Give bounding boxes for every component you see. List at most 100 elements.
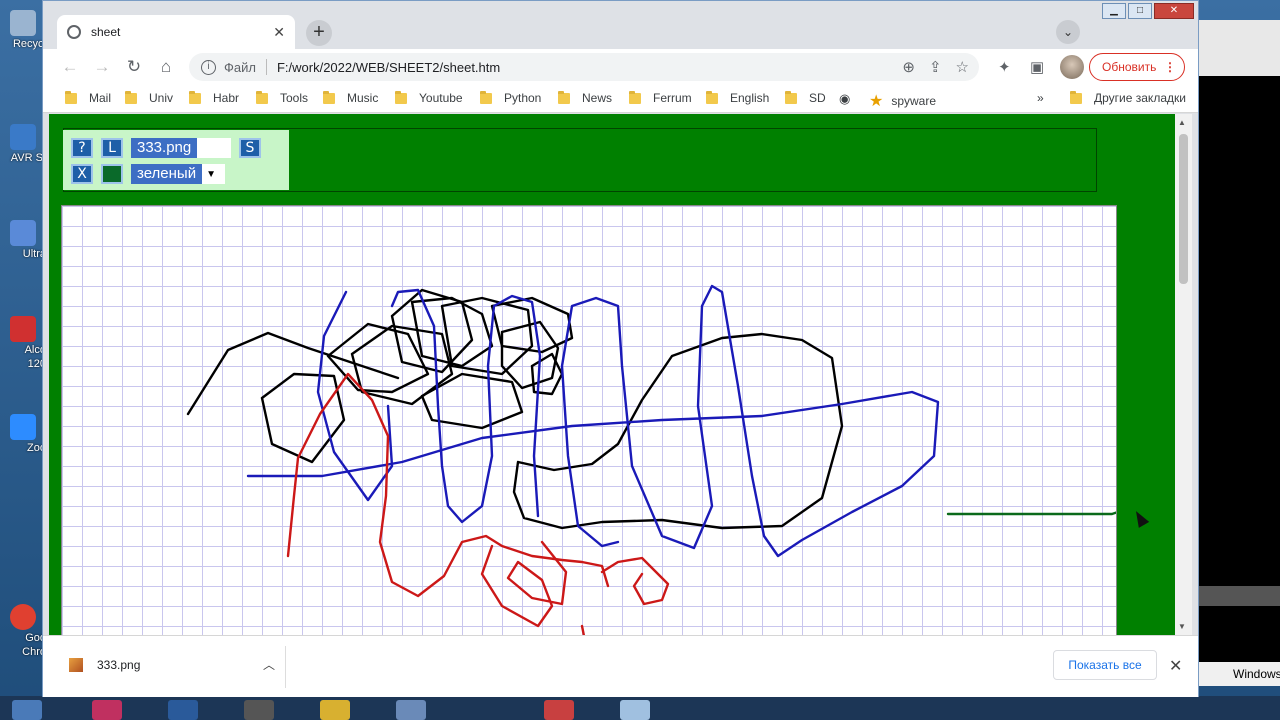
bookmark-label: Tools xyxy=(280,91,309,105)
folder-icon xyxy=(125,90,137,104)
page-scrollbar[interactable]: ▲ ▼ xyxy=(1175,114,1192,635)
folder-icon xyxy=(189,90,201,104)
other-bookmarks-folder[interactable]: Другие закладки xyxy=(1070,90,1186,105)
bookmark-folder[interactable]: News xyxy=(558,90,612,105)
image-file-icon xyxy=(69,657,83,672)
show-all-button[interactable]: Показать все xyxy=(1053,650,1157,680)
taskbar-app-icon[interactable] xyxy=(396,700,426,720)
load-button[interactable]: L xyxy=(101,138,123,158)
color-select[interactable]: зеленый ▼ xyxy=(131,164,225,184)
downloads-bar: 333.png ︿ Показать все ✕ xyxy=(43,635,1198,697)
profile-avatar[interactable] xyxy=(1060,55,1084,79)
tab-title: sheet xyxy=(91,25,121,39)
page-content: ? L 333.png S X зеленый ▼ xyxy=(49,114,1175,635)
bookmark-folder[interactable]: Youtube xyxy=(395,90,463,105)
taskbar-app-icon[interactable] xyxy=(320,700,350,720)
background-window-label: Windows xyxy=(1197,662,1280,686)
star-icon: ★ xyxy=(869,93,884,110)
desktop-icon-sublabel: 120 xyxy=(27,358,46,370)
bookmark-folder[interactable]: Python xyxy=(480,90,541,105)
share-icon[interactable]: ⇪ xyxy=(929,58,942,76)
scrollbar-thumb[interactable] xyxy=(1179,134,1188,284)
close-tab-icon[interactable]: ✕ xyxy=(273,24,285,41)
bookmarks-overflow-button[interactable]: » xyxy=(1037,91,1044,105)
address-url[interactable]: F:/work/2022/WEB/SHEET2/sheet.htm xyxy=(277,60,500,75)
save-button[interactable]: S xyxy=(239,138,261,158)
reload-button[interactable]: ↻ xyxy=(123,56,145,78)
bookmark-folder[interactable]: Habr xyxy=(189,90,240,105)
desktop-icon-ultra[interactable]: Ultra xyxy=(0,220,46,260)
close-window-button[interactable]: ✕ xyxy=(1154,3,1194,19)
stroke-18 xyxy=(580,624,586,635)
info-icon[interactable]: i xyxy=(201,59,216,75)
taskbar-fs-icon[interactable] xyxy=(92,700,122,720)
desktop-icon-alcohol[interactable]: Alco 120 xyxy=(0,316,46,370)
tab-search-button[interactable]: ⌄ xyxy=(1056,20,1080,44)
filename-input[interactable]: 333.png xyxy=(131,138,231,158)
bookmark-spyware[interactable]: ★ spyware xyxy=(869,91,936,111)
forward-button[interactable]: → xyxy=(91,56,113,78)
bookmark-star-icon[interactable]: ☆ xyxy=(956,58,969,76)
back-button[interactable]: ← xyxy=(59,56,81,78)
minimize-button[interactable]: ▁ xyxy=(1102,3,1126,19)
bookmark-folder[interactable]: Ferrum xyxy=(629,90,692,105)
bookmark-folder[interactable]: SD xyxy=(785,90,826,105)
alcohol-icon xyxy=(10,316,36,342)
bookmark-web[interactable]: ◉ xyxy=(839,91,850,107)
bookmark-folder[interactable]: Tools xyxy=(256,90,309,105)
folder-icon xyxy=(65,90,77,104)
new-tab-button[interactable]: + xyxy=(306,20,332,46)
color-swatch-button[interactable] xyxy=(101,164,123,184)
clear-button[interactable]: X xyxy=(71,164,93,184)
bookmark-label: English xyxy=(730,91,770,105)
bookmark-folder[interactable]: Univ xyxy=(125,90,174,105)
browser-toolbar: ← → ↻ ⌂ i Файл F:/work/2022/WEB/SHEET2/s… xyxy=(43,49,1198,85)
home-button[interactable]: ⌂ xyxy=(155,56,177,78)
recycle-bin-icon xyxy=(10,10,36,36)
extensions-icon[interactable]: ✦ xyxy=(998,58,1011,76)
ultra-icon xyxy=(10,220,36,246)
scroll-up-icon[interactable]: ▲ xyxy=(1178,118,1186,127)
globe-icon xyxy=(67,25,81,39)
side-panel-icon[interactable]: ▣ xyxy=(1030,58,1044,76)
drawing-canvas[interactable] xyxy=(61,205,1117,635)
close-icon[interactable]: ✕ xyxy=(1169,656,1182,676)
bookmark-label: Habr xyxy=(213,91,240,105)
desktop-icon-avr[interactable]: AVR St xyxy=(0,124,46,164)
taskbar-app-icon[interactable] xyxy=(168,700,198,720)
desktop-icon-sublabel: Chro xyxy=(22,646,46,658)
stroke-14 xyxy=(390,288,542,524)
window-controls: ▁ □ ✕ xyxy=(1102,3,1194,19)
tab-sheet[interactable]: sheet ✕ xyxy=(57,15,295,49)
more-menu-icon: ⋮ xyxy=(1164,60,1176,74)
zoom-icon[interactable]: ⊕ xyxy=(902,58,915,76)
download-item[interactable]: 333.png ︿ xyxy=(69,656,275,673)
color-select-value: зеленый xyxy=(131,164,203,184)
chevron-up-icon[interactable]: ︿ xyxy=(263,656,275,673)
help-button[interactable]: ? xyxy=(71,138,93,158)
chrome-icon xyxy=(10,604,36,630)
stroke-13 xyxy=(246,284,940,558)
bookmark-folder[interactable]: Music xyxy=(323,90,378,105)
desktop-icon-recycle-bin[interactable]: Recycl xyxy=(0,10,46,50)
desktop-icon-label: Ultra xyxy=(22,248,46,260)
update-button[interactable]: Обновить ⋮ xyxy=(1089,53,1185,81)
sheet-toolbar: ? L 333.png S X зеленый ▼ xyxy=(63,130,289,190)
desktop-icon-chrome[interactable]: Goo Chro xyxy=(0,604,46,658)
zoom-icon xyxy=(10,414,36,440)
bookmark-label: Univ xyxy=(149,91,174,105)
desktop-icon-zoom[interactable]: Zoo xyxy=(0,414,46,454)
taskbar-app-icon[interactable] xyxy=(12,700,42,720)
scroll-down-icon[interactable]: ▼ xyxy=(1178,622,1186,631)
bookmark-label: spyware xyxy=(891,94,937,108)
taskbar-app-icon[interactable] xyxy=(620,700,650,720)
folder-icon xyxy=(706,90,718,104)
bookmark-folder[interactable]: English xyxy=(706,90,770,105)
address-actions: ⊕ ⇪ ☆ xyxy=(902,58,969,76)
address-bar[interactable]: i Файл F:/work/2022/WEB/SHEET2/sheet.htm… xyxy=(189,53,979,81)
maximize-button[interactable]: □ xyxy=(1128,3,1152,19)
taskbar-app-icon[interactable] xyxy=(544,700,574,720)
stroke-16 xyxy=(480,540,568,628)
taskbar-app-icon[interactable] xyxy=(244,700,274,720)
bookmark-folder[interactable]: Mail xyxy=(65,90,111,105)
